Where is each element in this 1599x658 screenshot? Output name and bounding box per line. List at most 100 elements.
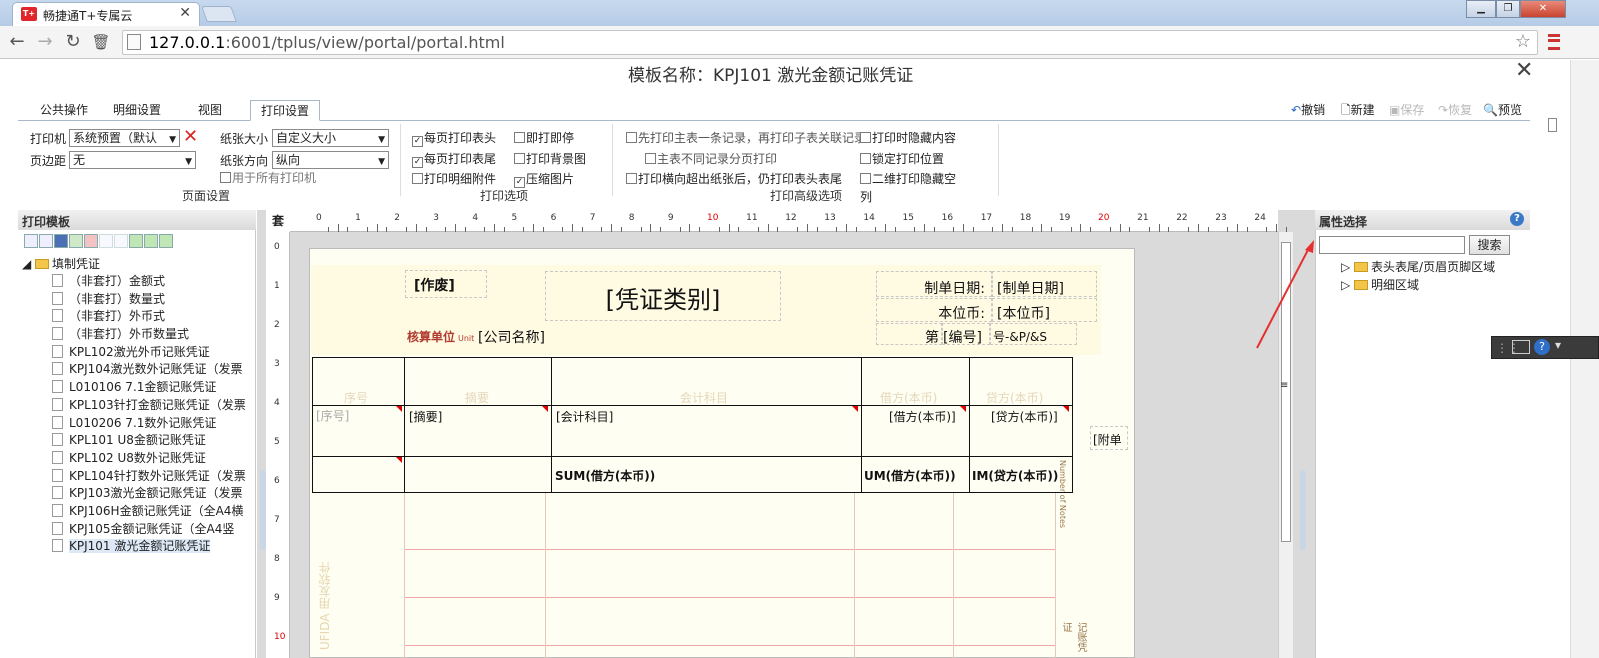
main-first-checkbox[interactable]: 先打印主表一条记录，再打印子表关联记录 [626,129,866,146]
delete-icon[interactable] [84,233,98,248]
lock-position-checkbox[interactable]: 锁定打印位置 [860,150,944,167]
currency-label[interactable]: 本位币: [876,298,992,322]
compress-image-checkbox[interactable]: ✓ 压缩图片 [514,170,574,188]
template-item[interactable]: （非套打）外币式 [52,308,252,326]
hide-content-checkbox[interactable]: 打印时隐藏内容 [860,129,956,146]
help-icon[interactable]: ? [1534,339,1550,355]
undo-button[interactable]: ↶撤销 [1291,101,1325,118]
horizontal-overflow-checkbox[interactable]: 打印横向超出纸张后，仍打印表头表尾 [626,170,842,187]
outer-scroll-thumb[interactable] [1548,118,1557,132]
sum-credit[interactable]: IM(贷方(本币)) [972,467,1058,484]
template-item[interactable]: KPL102激光外币记账凭证 [52,344,252,362]
printer-select[interactable]: 系统预置（默认 ▼ [69,129,180,147]
close-dialog-icon[interactable]: ✕ [1515,58,1533,83]
header-each-page-checkbox[interactable]: ✓ 每页打印表头 [412,129,496,147]
currency-field[interactable]: [本位币] [992,298,1097,322]
new-template-icon[interactable] [24,233,38,248]
sum-debit[interactable]: UM(借方(本币)) [864,467,956,484]
bookmark-star-icon[interactable]: ☆ [1515,31,1531,52]
ruler-tick [601,227,603,232]
export-icon[interactable] [144,233,158,248]
detail-attach-checkbox[interactable]: 打印明细附件 [412,170,496,187]
cell-seq[interactable]: [序号] [316,407,349,424]
restore-button[interactable]: ↷恢复 [1438,101,1472,118]
template-item[interactable]: KPL104针打数外记账凭证（发票 [52,468,252,486]
property-node-header[interactable]: ▷ 表头表尾/页眉页脚区域 [1341,259,1495,277]
template-item[interactable]: L010106 7.1金额记账凭证 [52,379,252,397]
number-prefix[interactable]: 第 [876,323,942,346]
void-field[interactable]: [作废] [405,270,487,298]
page-number-field[interactable]: 号-&P/&S [990,323,1077,345]
cell-debit[interactable]: [借方(本币)] [889,408,956,425]
qr-hide-checkbox[interactable]: 二维打印隐藏空 [860,170,956,187]
property-search-input[interactable] [1319,236,1465,254]
template-item[interactable]: KPL101 U8金额记账凭证 [52,432,252,450]
company-field[interactable]: [公司名称] [475,324,875,346]
template-item[interactable]: KPL103针打金额记账凭证（发票 [52,397,252,415]
template-item[interactable]: KPJ105金额记账凭证（全A4竖 [52,521,252,539]
template-item[interactable]: （非套打）金额式 [52,273,252,291]
back-icon[interactable]: ← [6,31,28,53]
template-item[interactable]: KPJ104激光数外记账凭证（发票 [52,361,252,379]
browser-tab[interactable]: T+ 畅捷通T+专属云 ✕ [12,2,200,26]
property-node-detail[interactable]: ▷ 明细区域 [1341,277,1419,295]
keyboard-icon[interactable] [1512,340,1530,354]
close-tab-icon[interactable]: ✕ [179,5,191,21]
number-field[interactable]: [编号] [942,323,990,346]
cell-credit[interactable]: [贷方(本币)] [991,408,1058,425]
add-icon[interactable] [69,233,83,248]
margin-select[interactable]: 无 ▼ [69,151,196,169]
reload-icon[interactable]: ↻ [62,31,84,53]
dropdown-icon[interactable]: ▾ [1555,338,1561,352]
cell-summary[interactable]: [摘要] [409,408,442,425]
template-item[interactable]: L010206 7.1数外记账凭证 [52,415,252,433]
template-item[interactable]: KPJ103激光金额记账凭证（发票 [52,485,252,503]
template-item[interactable]: （非套打）外币数量式 [52,326,252,344]
date-field[interactable]: [制单日期] [992,271,1097,297]
forward-icon[interactable]: → [34,31,56,53]
new-tab-button[interactable] [201,6,237,22]
paper-size-select[interactable]: 自定义大小 ▼ [272,129,389,147]
footer-each-page-checkbox[interactable]: ✓ 每页打印表尾 [412,150,496,168]
outer-scrollbar[interactable] [1570,60,1599,658]
cell-account[interactable]: [会计科目] [556,408,613,425]
category-field[interactable]: [凭证类别] [545,271,781,321]
template-item[interactable]: KPL102 U8数外记账凭证 [52,450,252,468]
new-button[interactable]: 🗋新建 [1341,101,1375,122]
ruler-tick [1051,227,1053,232]
orientation-select[interactable]: 纵向 ▼ [272,151,389,169]
property-search-button[interactable]: 搜索 [1469,235,1510,255]
edit-icon[interactable] [99,233,113,248]
import-icon[interactable] [54,233,68,248]
trash-icon[interactable]: 🗑 [90,31,112,53]
save-button[interactable]: ▣保存 [1389,101,1424,118]
tree-root[interactable]: ◢ 填制凭证 [22,256,100,274]
maximize-button[interactable]: ❐ [1496,0,1520,18]
copy-icon[interactable] [129,233,143,248]
all-printers-checkbox[interactable]: 用于所有打印机 [220,169,316,186]
tab-common-ops[interactable]: 公共操作 [30,100,98,120]
right-collapse-handle[interactable] [1300,470,1306,550]
date-label[interactable]: 制单日期: [876,271,992,297]
tab-view[interactable]: 视图 [188,100,232,120]
clear-printer-icon[interactable]: ✕ [183,126,198,147]
template-item[interactable]: KPJ101 激光金额记账凭证 [52,538,252,556]
url-input[interactable]: 127.0.0.1:6001/tplus/view/portal/portal.… [122,30,1538,55]
minimize-button[interactable]: ▁ [1466,0,1496,18]
template-item[interactable]: KPJ106H金额记账凭证（全A4横 [52,503,252,521]
tab-detail-settings[interactable]: 明细设置 [103,100,171,120]
split-pages-checkbox[interactable]: 主表不同记录分页打印 [645,150,777,167]
save-template-icon[interactable] [39,233,53,248]
close-window-button[interactable]: ✕ [1520,0,1566,18]
print-stop-checkbox[interactable]: 即打即停 [514,129,574,146]
tab-print-settings[interactable]: 打印设置 [250,100,321,121]
menu-icon[interactable] [1548,34,1560,50]
preview-button[interactable]: 🔍预览 [1483,101,1522,118]
remove-icon[interactable] [114,233,128,248]
refresh-icon[interactable] [159,233,173,248]
sum-label[interactable]: SUM(借方(本币)) [555,467,655,484]
help-icon[interactable]: ? [1510,212,1524,226]
template-item[interactable]: （非套打）数量式 [52,291,252,309]
background-checkbox[interactable]: 打印背景图 [514,150,586,167]
attach-field[interactable]: [附单 [1090,426,1128,450]
